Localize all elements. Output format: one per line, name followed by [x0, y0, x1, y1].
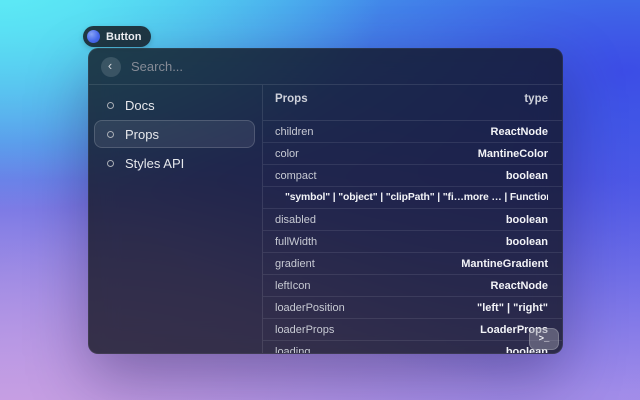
prop-row-disabled[interactable]: disabled boolean: [263, 209, 562, 231]
spotlight-modal: ‹ Docs Props Styles API Props type childre…: [88, 48, 563, 354]
prop-row-fullWidth[interactable]: fullWidth boolean: [263, 231, 562, 253]
prop-row-leftIcon[interactable]: leftIcon ReactNode: [263, 275, 562, 297]
sidebar-item-styles-api[interactable]: Styles API: [94, 149, 255, 177]
sidebar-item-label: Docs: [125, 98, 155, 113]
ring-icon: [107, 160, 114, 167]
prop-type: ReactNode: [491, 126, 548, 138]
prop-type: ReactNode: [491, 280, 548, 292]
table-header: Props type: [263, 85, 562, 121]
prop-name: compact: [275, 170, 317, 182]
prop-name: fullWidth: [275, 236, 317, 248]
terminal-prompt-icon: >_: [539, 334, 550, 344]
props-panel: Props type children ReactNode color Mantine…: [263, 85, 562, 353]
prop-row-loaderProps[interactable]: loaderPropsLoaderProps: [263, 319, 562, 341]
prop-type: MantineGradient: [461, 258, 548, 270]
component-dot-icon: [87, 30, 100, 43]
prop-type: boolean: [506, 236, 548, 248]
prop-name: color: [275, 148, 299, 160]
search-input[interactable]: [131, 59, 550, 74]
sidebar-item-docs[interactable]: Docs: [94, 91, 255, 119]
sidebar-item-label: Styles API: [125, 156, 184, 171]
prop-row[interactable]: "symbol" | "object" | "clipPath" | "fi…m…: [263, 187, 562, 209]
sidebar-item-label: Props: [125, 127, 159, 142]
prop-name: loaderPosition: [275, 302, 345, 314]
prop-row-loading[interactable]: loadingboolean: [263, 341, 562, 353]
ring-icon: [107, 131, 114, 138]
chevron-left-icon: ‹: [108, 59, 112, 72]
prop-type: "symbol" | "object" | "clipPath" | "fi…m…: [285, 192, 548, 203]
component-badge[interactable]: Button: [83, 26, 151, 47]
component-badge-label: Button: [106, 31, 141, 43]
prop-row-loaderPosition[interactable]: loaderPosition "left" | "right": [263, 297, 562, 319]
sidebar: Docs Props Styles API: [89, 85, 263, 353]
prop-name: disabled: [275, 214, 316, 226]
prop-row-compact[interactable]: compact boolean: [263, 165, 562, 187]
prop-type: MantineColor: [478, 148, 548, 160]
prop-type: boolean: [506, 170, 548, 182]
search-bar: ‹: [89, 49, 562, 85]
props-table-body: children ReactNode color MantineColor compac…: [263, 121, 562, 353]
sidebar-item-props[interactable]: Props: [94, 120, 255, 148]
modal-body: Docs Props Styles API Props type children R…: [89, 85, 562, 353]
prop-type: boolean: [506, 214, 548, 226]
terminal-toggle-button[interactable]: >_: [529, 328, 559, 350]
desktop-background: Button ‹ Docs Props Styles API Props type …: [0, 0, 640, 400]
prop-name: leftIcon: [275, 280, 310, 292]
prop-name: children: [275, 126, 314, 138]
prop-row-gradient[interactable]: gradient MantineGradient: [263, 253, 562, 275]
prop-type: "left" | "right": [477, 302, 548, 314]
table-header-name: Props: [275, 93, 308, 120]
ring-icon: [107, 102, 114, 109]
prop-name: loading: [275, 346, 310, 354]
prop-name: loaderProps: [275, 324, 334, 336]
back-button[interactable]: ‹: [101, 57, 121, 77]
table-header-type: type: [524, 93, 548, 120]
prop-row-color[interactable]: color MantineColor: [263, 143, 562, 165]
prop-name: gradient: [275, 258, 315, 270]
prop-row-children[interactable]: children ReactNode: [263, 121, 562, 143]
